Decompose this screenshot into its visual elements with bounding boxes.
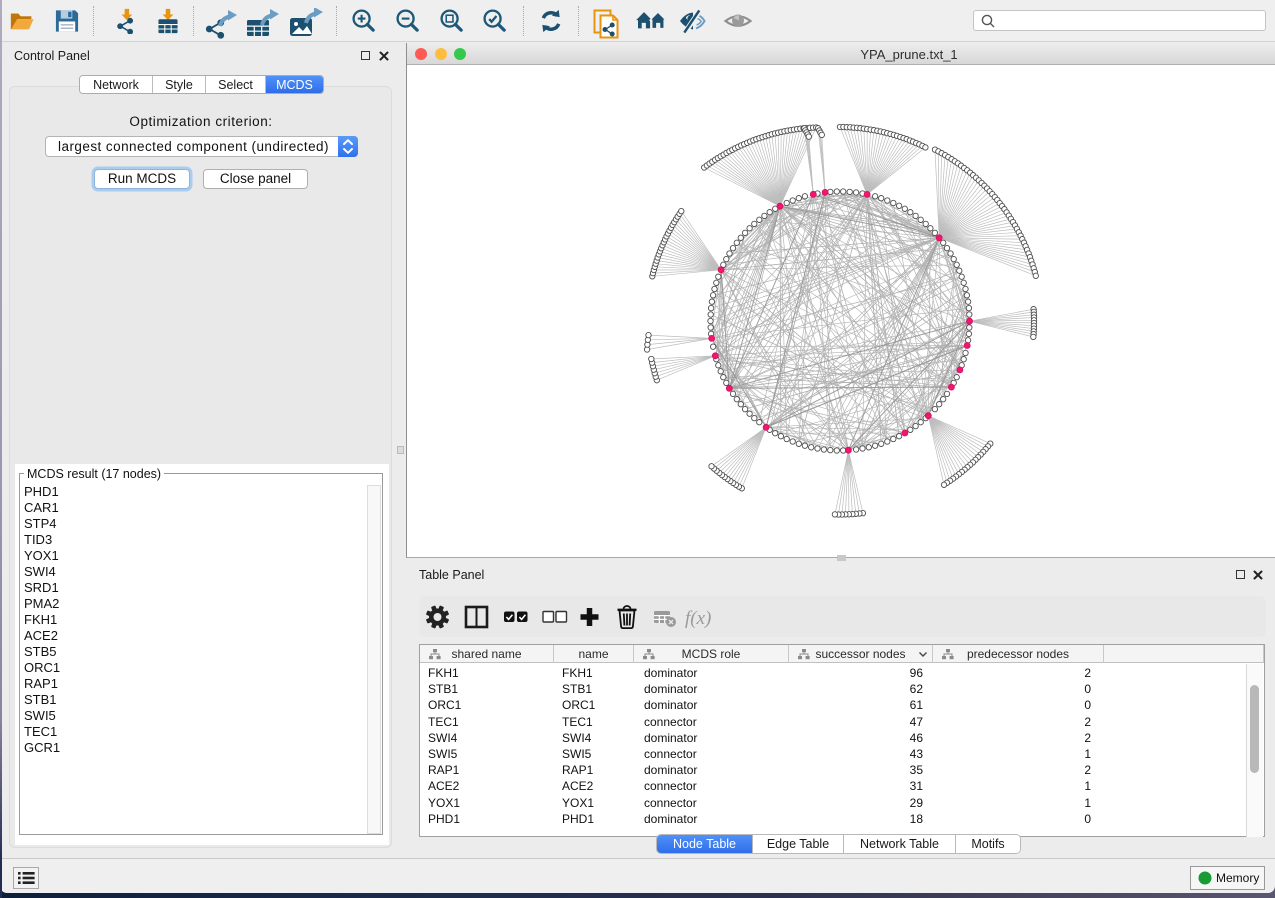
svg-text:f(x): f(x)	[685, 608, 711, 629]
